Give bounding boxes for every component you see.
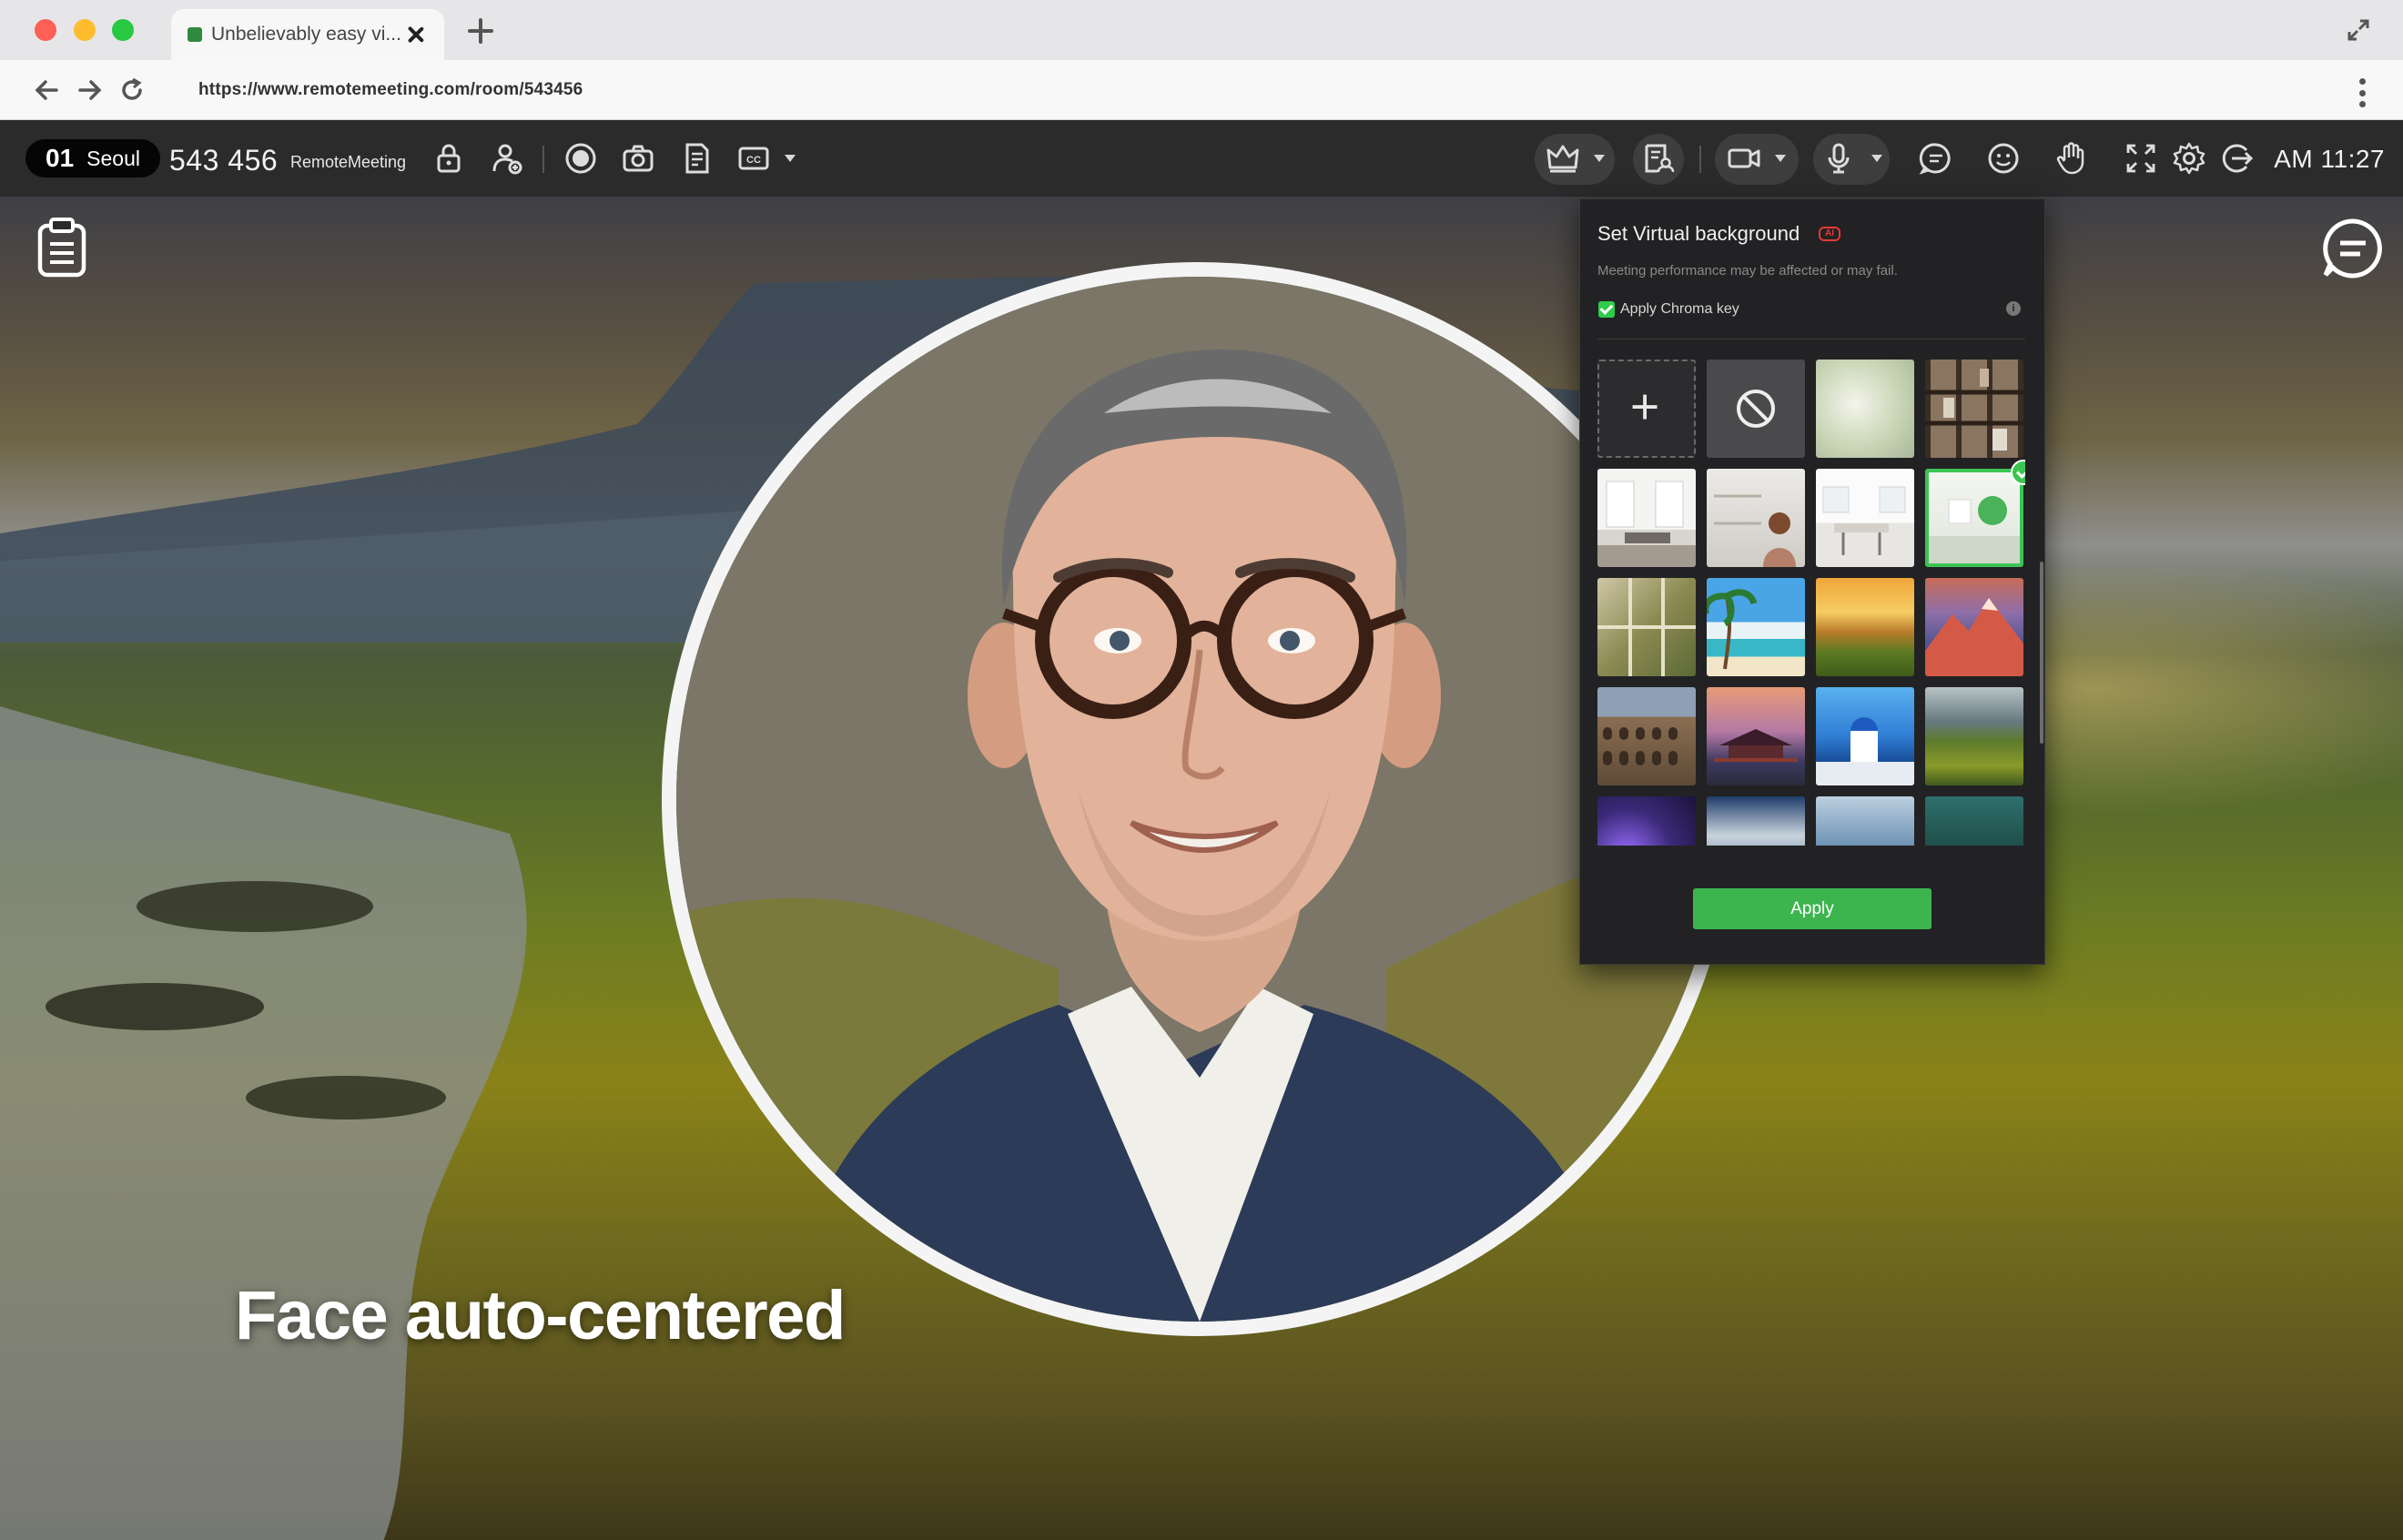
ai-badge: AI (1819, 227, 1840, 241)
background-blue-dome-town[interactable] (1816, 687, 1914, 785)
background-white-office[interactable] (1597, 469, 1696, 567)
background-snowy-mountain[interactable] (1925, 578, 2023, 676)
background-calm-sea[interactable] (1816, 796, 1914, 846)
thumbnail-scrollbar[interactable] (2040, 562, 2043, 744)
brand-label: RemoteMeeting (290, 153, 407, 171)
chroma-key-label[interactable]: Apply Chroma key (1620, 301, 1739, 318)
participant-list-icon[interactable] (1640, 140, 1677, 177)
toolbar-divider (542, 146, 544, 173)
lock-room-icon[interactable] (431, 140, 467, 177)
chat-bubble-icon[interactable] (1918, 140, 1954, 177)
record-icon[interactable] (563, 140, 599, 177)
background-palace-sunset[interactable] (1707, 687, 1805, 785)
prohibited-icon (1737, 390, 1775, 428)
favicon-icon (188, 27, 202, 42)
tab-title: Unbelievably easy vi... (211, 24, 401, 45)
browser-tab-bar: Unbelievably easy vi... (0, 0, 2403, 60)
participant-portrait (676, 277, 1721, 1322)
browser-menu-icon[interactable] (2359, 78, 2367, 107)
close-window-button[interactable] (35, 19, 56, 41)
room-city: Seoul (86, 146, 140, 170)
info-icon[interactable]: i (2006, 301, 2021, 316)
camera-snapshot-icon[interactable] (620, 140, 656, 177)
url-field[interactable]: https://www.remotemeeting.com/room/54345… (173, 69, 2321, 111)
back-arrow-icon[interactable] (33, 76, 60, 104)
background-bright-kitchen[interactable] (1816, 469, 1914, 567)
background-water (0, 706, 527, 1540)
caption-dropdown-icon[interactable] (785, 155, 796, 162)
feature-caption: Face auto-centered (235, 1277, 846, 1354)
emoji-reaction-icon[interactable] (1985, 140, 2022, 177)
settings-gear-icon[interactable] (2171, 140, 2207, 177)
chat-panel-icon[interactable] (2321, 217, 2385, 280)
apply-button[interactable]: Apply (1693, 888, 1932, 929)
closed-caption-icon[interactable]: CC (735, 140, 772, 177)
video-dropdown-icon[interactable] (1775, 155, 1786, 162)
svg-text:CC: CC (746, 155, 761, 166)
forward-arrow-icon[interactable] (76, 76, 104, 104)
invite-user-icon[interactable] (489, 140, 525, 177)
room-number: 01 (46, 144, 75, 172)
new-tab-icon[interactable] (468, 18, 493, 44)
toolbar-divider (1699, 146, 1701, 173)
reload-icon[interactable] (118, 76, 146, 104)
minimize-window-button[interactable] (74, 19, 96, 41)
background-tropical-beach[interactable] (1707, 578, 1805, 676)
background-green-minimal[interactable] (1925, 469, 2023, 567)
meeting-toolbar: 01 Seoul 543 456 RemoteMeeting CC AM 11:… (0, 120, 2403, 197)
mic-dropdown-icon[interactable] (1871, 155, 1882, 162)
virtual-background-panel: Set Virtual background AI Meeting perfor… (1579, 198, 2045, 965)
background-shelf-with-person[interactable] (1707, 469, 1805, 567)
address-bar: https://www.remotemeeting.com/room/54345… (0, 60, 2403, 120)
participant-video-circle (662, 262, 1736, 1336)
background-blurred-room[interactable] (1816, 360, 1914, 458)
background-purple-lights[interactable] (1597, 796, 1696, 846)
host-dropdown-icon[interactable] (1594, 155, 1605, 162)
close-tab-icon[interactable] (404, 23, 428, 46)
add-background-button[interactable] (1597, 360, 1696, 458)
fullscreen-arrows-icon[interactable] (2347, 18, 2370, 42)
video-camera-icon[interactable] (1726, 140, 1762, 177)
leave-meeting-icon[interactable] (2219, 140, 2256, 177)
maximize-window-button[interactable] (112, 19, 134, 41)
microphone-icon[interactable] (1820, 140, 1857, 177)
background-colosseum[interactable] (1597, 687, 1696, 785)
background-sunset-field[interactable] (1816, 578, 1914, 676)
background-window-plants[interactable] (1597, 578, 1696, 676)
room-id: 543 456 (169, 144, 279, 177)
background-thumbnail-grid (1597, 360, 2025, 846)
background-clouds[interactable] (1707, 796, 1805, 846)
performance-warning: Meeting performance may be affected or m… (1597, 263, 1898, 279)
chroma-key-checkbox[interactable] (1598, 301, 1615, 318)
background-coastal-cliff[interactable] (1925, 687, 2023, 785)
fullscreen-icon[interactable] (2123, 140, 2159, 177)
notes-icon[interactable] (678, 140, 715, 177)
host-crown-icon[interactable] (1545, 140, 1581, 177)
panel-title: Set Virtual background (1597, 222, 1800, 245)
no-background-button[interactable] (1707, 360, 1805, 458)
meeting-clock: AM 11:27 (2274, 145, 2385, 173)
background-green-lake[interactable] (1925, 796, 2023, 846)
background-bookshelf[interactable] (1925, 360, 2023, 458)
browser-tab[interactable]: Unbelievably easy vi... (171, 9, 444, 60)
clipboard-icon[interactable] (36, 217, 87, 279)
room-badge: 01 Seoul (25, 139, 160, 177)
raise-hand-icon[interactable] (2053, 140, 2089, 177)
